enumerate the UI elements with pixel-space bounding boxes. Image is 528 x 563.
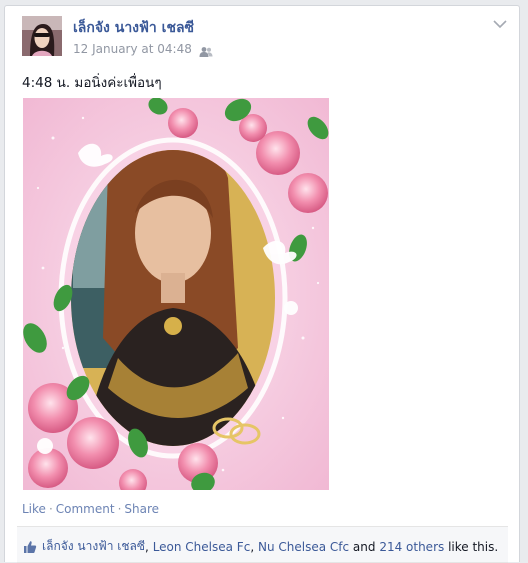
likes-and-text: and xyxy=(352,539,376,554)
likes-suffix: like this. xyxy=(448,539,499,554)
comment-link[interactable]: Comment xyxy=(56,502,115,516)
chevron-down-icon[interactable] xyxy=(491,16,509,30)
likes-comma: , xyxy=(250,539,255,554)
liker-link[interactable]: Nu Chelsea Cfc xyxy=(258,540,349,554)
post-meta: 12 January at 04:48 xyxy=(73,41,213,57)
author-avatar[interactable] xyxy=(22,16,62,56)
author-name-link[interactable]: เล็กจัง นางฟ้า เชลซี xyxy=(73,17,194,39)
share-link[interactable]: Share xyxy=(124,502,159,516)
likes-comma: , xyxy=(145,539,149,554)
post-photo[interactable] xyxy=(23,98,329,490)
like-link[interactable]: Like xyxy=(22,502,46,516)
action-separator: · xyxy=(117,502,122,516)
post-card: เล็กจัง นางฟ้า เชลซี 12 January at 04:48… xyxy=(4,5,520,563)
action-separator: · xyxy=(48,502,53,516)
post-actions: Like · Comment · Share xyxy=(22,502,159,516)
likes-summary: เล็กจัง นางฟ้า เชลซี, Leon Chelsea Fc, N… xyxy=(17,526,508,563)
post-text: 4:48 น. มอนิ่งค่ะเพื่อนๆ xyxy=(22,75,162,91)
likes-row: เล็กจัง นางฟ้า เชลซี, Leon Chelsea Fc, N… xyxy=(23,537,498,556)
thumbs-up-icon xyxy=(23,540,37,554)
liker-link[interactable]: เล็กจัง นางฟ้า เชลซี xyxy=(42,537,145,556)
post-timestamp[interactable]: 12 January at 04:48 xyxy=(73,42,192,56)
likes-others-link[interactable]: 214 others xyxy=(379,540,444,554)
liker-link[interactable]: Leon Chelsea Fc xyxy=(153,540,251,554)
friends-icon[interactable] xyxy=(199,43,213,57)
